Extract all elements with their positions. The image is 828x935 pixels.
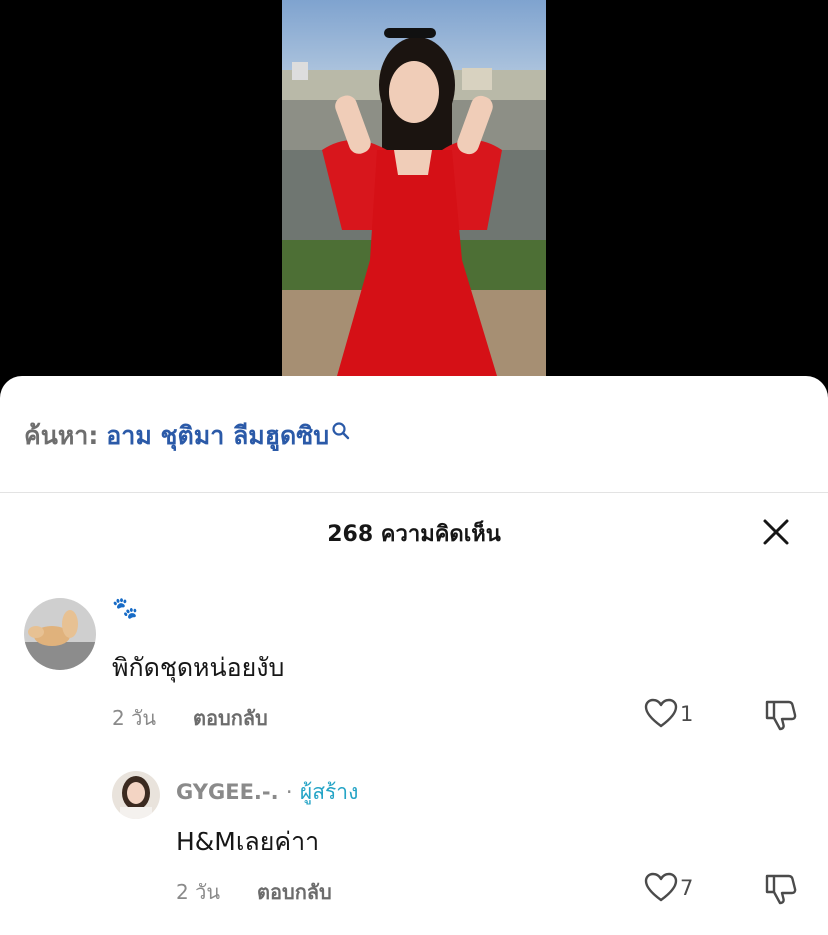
dislike-button[interactable] xyxy=(764,698,798,732)
search-icon[interactable] xyxy=(331,418,351,447)
thumbs-down-icon xyxy=(765,700,797,731)
thumbs-down-icon xyxy=(765,874,797,905)
search-prefix-label: ค้นหา: xyxy=(24,421,99,450)
like-button[interactable]: 1 xyxy=(644,698,704,734)
comment-username[interactable]: 🐾 xyxy=(112,596,138,621)
search-query-link[interactable]: อาม ชุติมา ลีมฮูดซิบ xyxy=(106,421,329,450)
dislike-button[interactable] xyxy=(764,872,798,906)
creator-username[interactable]: GYGEE.-. xyxy=(176,780,279,804)
avatar[interactable] xyxy=(24,598,96,670)
comment-item: 🐾 พิกัดชุดหน่อยงับ 2 วัน ตอบกลับ 1 xyxy=(0,576,828,736)
divider xyxy=(0,492,828,493)
close-icon[interactable] xyxy=(760,516,792,548)
comments-sheet: ค้นหา: อาม ชุติมา ลีมฮูดซิบ 268 ความคิดเ… xyxy=(0,376,828,935)
like-count: 1 xyxy=(680,702,694,726)
cat-avatar-icon xyxy=(24,598,96,670)
avatar[interactable] xyxy=(112,771,160,819)
heart-icon xyxy=(644,698,678,728)
creator-badge: ผู้สร้าง xyxy=(299,780,359,804)
like-button[interactable]: 7 xyxy=(644,872,704,908)
comments-count-title: 268 ความคิดเห็น xyxy=(327,522,501,547)
video-thumbnail-image xyxy=(282,0,546,376)
reply-button[interactable]: ตอบกลับ xyxy=(193,702,268,734)
comment-item: GYGEE.-. · ผู้สร้าง H&Mเลยค่าา 2 วัน ตอบ… xyxy=(0,766,828,926)
comment-text: พิกัดชุดหน่อยงับ xyxy=(112,653,285,682)
heart-icon xyxy=(644,872,678,902)
reply-button[interactable]: ตอบกลับ xyxy=(257,876,332,908)
like-count: 7 xyxy=(680,876,694,900)
creator-avatar-icon xyxy=(112,771,160,819)
comment-username[interactable]: GYGEE.-. · ผู้สร้าง xyxy=(176,776,358,809)
comment-timestamp: 2 วัน xyxy=(176,880,220,904)
search-suggestion[interactable]: ค้นหา: อาม ชุติมา ลีมฮูดซิบ xyxy=(24,416,351,456)
video-area xyxy=(0,0,828,400)
comment-timestamp: 2 วัน xyxy=(112,706,156,730)
comment-text: H&Mเลยค่าา xyxy=(176,827,320,856)
video-thumbnail[interactable] xyxy=(282,0,546,376)
separator-dot: · xyxy=(285,780,293,804)
